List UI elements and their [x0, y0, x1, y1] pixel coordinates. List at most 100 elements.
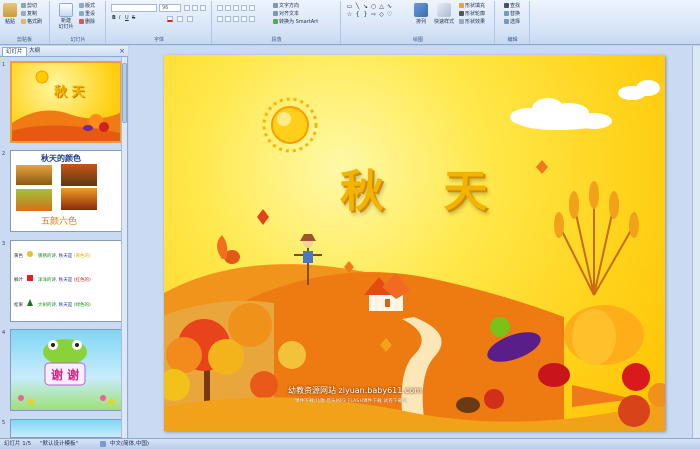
squirrel-icon — [217, 235, 240, 264]
thumb4-text: 谢 谢 — [51, 368, 80, 382]
shape-rect-icon[interactable]: ▭ — [346, 3, 353, 10]
shape-triangle-icon[interactable]: △ — [378, 3, 385, 10]
shape-diamond-icon[interactable]: ◇ — [378, 11, 385, 18]
tab-outline[interactable]: 大纲 — [26, 47, 43, 56]
new-slide-button[interactable]: 新建 幻灯片 — [55, 3, 77, 30]
clear-format-button[interactable] — [200, 5, 206, 11]
grow-font-button[interactable] — [184, 5, 190, 11]
columns-button[interactable] — [249, 16, 255, 22]
decrease-indent-button[interactable] — [233, 5, 239, 11]
slides-group: 新建 幻灯片 版式 重设 删除 幻灯片 — [51, 1, 106, 44]
align-right-button[interactable] — [233, 16, 239, 22]
text-direction-icon — [273, 3, 278, 8]
spellcheck-icon[interactable] — [100, 441, 106, 447]
thumb2-photo-3 — [16, 189, 52, 211]
text-direction-button[interactable]: 文字方向 — [273, 3, 299, 10]
font-name-combo[interactable] — [111, 4, 157, 12]
font-size-combo[interactable]: 96 — [159, 4, 181, 12]
shape-oval-icon[interactable]: ○ — [370, 3, 377, 10]
slide-thumbnail-4[interactable]: 谢 谢 — [10, 329, 122, 411]
change-case-button[interactable] — [187, 16, 193, 22]
copy-button[interactable]: 复制 — [21, 11, 37, 18]
pane-scrollbar[interactable] — [121, 57, 127, 438]
effects-icon — [459, 19, 464, 24]
slide-number: 4 — [2, 330, 6, 336]
slide-footer-website: 幼教资源网站 ziyuan.baby611.com — [288, 386, 422, 395]
editor-scrollbar[interactable] — [692, 46, 700, 438]
language: 中文(简体,中国) — [110, 441, 150, 447]
paragraph-group: 文字方向 对齐文本 转换为 SmartArt 段落 — [213, 1, 341, 44]
reset-button[interactable]: 重设 — [79, 11, 95, 18]
align-text-button[interactable]: 对齐文本 — [273, 11, 299, 18]
slide-number: 2 — [2, 151, 6, 157]
shape-line-icon[interactable]: ╲ — [354, 3, 361, 10]
shrink-font-button[interactable] — [192, 5, 198, 11]
find-button[interactable]: 查找 — [504, 3, 520, 10]
drawing-label: 绘图 — [412, 37, 423, 43]
char-spacing-button[interactable] — [177, 16, 183, 22]
paragraph-label: 段落 — [271, 37, 282, 43]
slide-thumbnail-5[interactable] — [10, 419, 122, 438]
quick-styles-button[interactable]: 快速样式 — [431, 3, 457, 25]
smartart-icon — [273, 19, 278, 24]
clipboard-group: 粘贴 剪切 复制 格式刷 剪贴板 — [0, 1, 50, 44]
tab-slides[interactable]: 幻灯片 — [2, 47, 27, 56]
smartart-button[interactable]: 转换为 SmartArt — [273, 19, 318, 26]
select-button[interactable]: 选择 — [504, 19, 520, 26]
theme-name: "默认设计模板" — [40, 441, 79, 447]
font-color-button[interactable] — [167, 16, 173, 22]
replace-button[interactable]: 替换 — [504, 11, 520, 18]
shape-curve-icon[interactable]: ∿ — [386, 3, 393, 10]
bullets-button[interactable] — [217, 5, 223, 11]
numbering-button[interactable] — [225, 5, 231, 11]
slide-thumbnail-3[interactable]: 黄色 猜猜的诗, 秋天是 (黄色的) 枫叶 洋洋的诗, 秋天是 (红色的) 松果… — [10, 240, 122, 322]
slide-thumbnail-2[interactable]: 秋天的颜色 五颜六色 — [10, 150, 122, 232]
thumb2-caption: 五颜六色 — [41, 217, 78, 227]
ribbon: 粘贴 剪切 复制 格式刷 剪贴板 新建 幻灯片 版式 重设 删除 幻灯片 96 … — [0, 0, 700, 45]
delete-slide-button[interactable]: 删除 — [79, 19, 95, 26]
thumb2-title: 秋天的颜色 — [41, 154, 81, 163]
align-left-button[interactable] — [217, 16, 223, 22]
pane-scroll-thumb[interactable] — [122, 63, 127, 123]
cut-button[interactable]: 剪切 — [21, 3, 37, 10]
increase-indent-button[interactable] — [241, 5, 247, 11]
current-slide[interactable]: 秋 天 幼教资源网站 ziyuan.baby611.com 课件下载 儿歌 音乐… — [164, 55, 665, 431]
shape-block-arrow-icon[interactable]: ⇨ — [370, 11, 377, 18]
shape-heart-icon[interactable]: ♡ — [386, 11, 393, 18]
thumb1-title: 秋 天 — [54, 85, 85, 100]
italic-button[interactable]: I — [119, 15, 120, 22]
status-bar: 幻灯片 1/5 "默认设计模板" 中文(简体,中国) — [0, 438, 700, 449]
editing-group: 查找 替换 选择 编辑 — [496, 1, 530, 44]
layout-button[interactable]: 版式 — [79, 3, 95, 10]
slide-thumbnail-1[interactable]: 秋 天 — [10, 61, 122, 143]
font-group: 96 B I U S 字体 — [107, 1, 212, 44]
shape-effects-button[interactable]: 形状效果 — [459, 19, 485, 26]
thumb3-row: 枫叶 洋洋的诗, 秋天是 (红色的) — [14, 275, 91, 283]
align-center-button[interactable] — [225, 16, 231, 22]
shape-fill-button[interactable]: 形状填充 — [459, 3, 485, 10]
paste-button[interactable]: 粘贴 — [2, 3, 18, 25]
strikethrough-button[interactable]: S — [132, 15, 135, 22]
format-painter-button[interactable]: 格式刷 — [21, 19, 42, 26]
pane-tabs: 幻灯片 大纲 × — [0, 46, 128, 57]
clipboard-label: 剪贴板 — [16, 37, 32, 43]
bold-button[interactable]: B — [112, 15, 116, 22]
slide-title[interactable]: 秋 天 — [340, 155, 509, 219]
layout-icon — [79, 3, 84, 8]
cloud-icon — [510, 80, 660, 130]
arrange-icon — [414, 3, 428, 17]
shape-star-icon[interactable]: ☆ — [346, 11, 353, 18]
close-icon[interactable]: × — [119, 47, 125, 55]
line-spacing-button[interactable] — [249, 5, 255, 11]
shape-arrow-icon[interactable]: ↘ — [362, 3, 369, 10]
binoculars-icon — [504, 3, 509, 8]
underline-button[interactable]: U — [125, 15, 129, 22]
justify-button[interactable] — [241, 16, 247, 22]
paste-icon — [3, 3, 17, 17]
shape-brace-icon[interactable]: { — [354, 11, 361, 18]
slides-pane: 幻灯片 大纲 × 1 秋 天 2 秋天的颜色 五颜六色 3 黄色 猜猜的诗, 秋… — [0, 46, 128, 438]
shape-outline-button[interactable]: 形状轮廓 — [459, 11, 485, 18]
brush-icon — [21, 19, 26, 24]
arrange-button[interactable]: 排列 — [412, 3, 430, 25]
shape-bracket-icon[interactable]: } — [362, 11, 369, 18]
